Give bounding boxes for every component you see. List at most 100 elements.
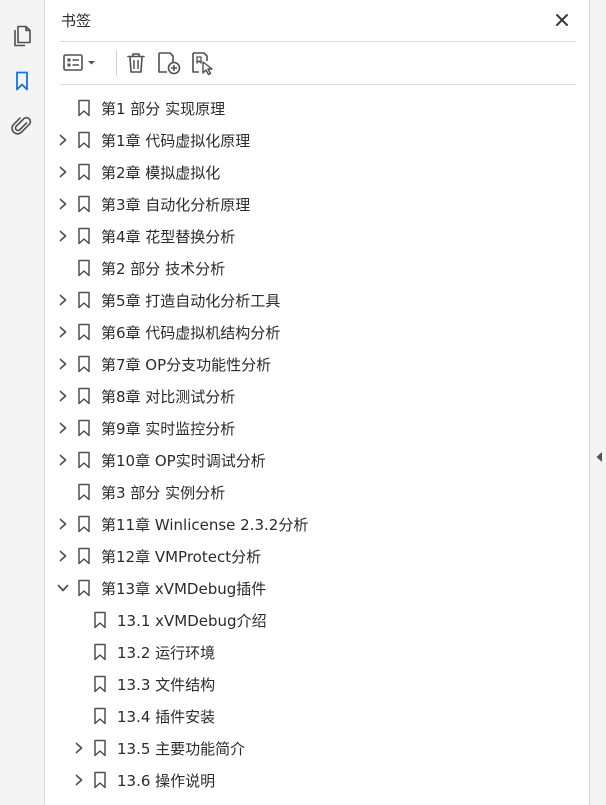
- bookmark-label: 第2 部分 技术分析: [101, 260, 226, 278]
- bookmark-item[interactable]: 第4章 花型替换分析: [45, 220, 585, 252]
- bookmark-item[interactable]: 13.6 操作说明: [45, 764, 585, 796]
- toolbar-separator: [116, 50, 117, 76]
- attachment-icon: [11, 116, 32, 135]
- bookmark-item[interactable]: 第12章 VMProtect分析: [45, 540, 585, 572]
- options-list-icon: [63, 54, 95, 71]
- bookmark-label: 13.2 运行环境: [117, 644, 216, 662]
- bookmark-icon: [77, 131, 91, 149]
- bookmark-label: 第6章 代码虚拟机结构分析: [101, 324, 281, 342]
- bookmark-item[interactable]: 第2 部分 技术分析: [45, 252, 585, 284]
- bookmark-item[interactable]: 13.5 主要功能简介: [45, 732, 585, 764]
- options-menu-button[interactable]: [61, 50, 99, 76]
- bookmark-item[interactable]: 第3章 自动化分析原理: [45, 188, 585, 220]
- bookmark-item[interactable]: 第1 部分 实现原理: [45, 92, 585, 124]
- chevron-right-icon[interactable]: [56, 549, 70, 563]
- bookmark-icon: [93, 739, 107, 757]
- bookmark-label: 13.4 插件安装: [117, 708, 216, 726]
- bookmark-item[interactable]: 第10章 OP实时调试分析: [45, 444, 585, 476]
- bookmarks-button[interactable]: [9, 68, 35, 94]
- close-panel-button[interactable]: [551, 9, 573, 31]
- bookmark-label: 第8章 对比测试分析: [101, 388, 236, 406]
- chevron-right-icon[interactable]: [56, 453, 70, 467]
- bookmark-icon: [77, 579, 91, 597]
- bookmark-label: 第2章 模拟虚拟化: [101, 164, 221, 182]
- bookmark-icon: [93, 771, 107, 789]
- bookmark-label: 13.3 文件结构: [117, 676, 216, 694]
- chevron-right-icon[interactable]: [56, 517, 70, 531]
- chevron-right-icon[interactable]: [56, 133, 70, 147]
- bookmark-icon: [93, 707, 107, 725]
- bookmark-selection-icon: [192, 52, 213, 76]
- add-bookmark-icon: [158, 52, 181, 75]
- bookmark-from-selection-button[interactable]: [189, 50, 217, 76]
- bookmark-icon: [77, 323, 91, 341]
- chevron-right-icon[interactable]: [56, 325, 70, 339]
- caret-left-icon: [596, 452, 602, 462]
- bookmark-label: 第10章 OP实时调试分析: [101, 452, 266, 470]
- bookmark-item[interactable]: 第3 部分 实例分析: [45, 476, 585, 508]
- bookmark-item[interactable]: 13.1 xVMDebug介绍: [45, 604, 585, 636]
- bookmark-icon: [77, 547, 91, 565]
- bookmark-label: 第11章 Winlicense 2.3.2分析: [101, 516, 309, 534]
- delete-bookmark-button[interactable]: [123, 50, 149, 76]
- pages-button[interactable]: [9, 22, 35, 48]
- bookmark-label: 第3 部分 实例分析: [101, 484, 226, 502]
- chevron-right-icon[interactable]: [56, 421, 70, 435]
- chevron-right-icon[interactable]: [56, 197, 70, 211]
- bookmark-item[interactable]: 第5章 打造自动化分析工具: [45, 284, 585, 316]
- bookmark-icon: [77, 419, 91, 437]
- bookmark-icon: [77, 163, 91, 181]
- bookmark-item[interactable]: 第9章 实时监控分析: [45, 412, 585, 444]
- chevron-right-icon[interactable]: [56, 293, 70, 307]
- bookmark-item[interactable]: 13.2 运行环境: [45, 636, 585, 668]
- bookmark-item[interactable]: 第13章 xVMDebug插件: [45, 572, 585, 604]
- bookmarks-panel: 书签 第1 部分 实现原理 第1章 代码虚拟化原理 第2章 模拟虚拟化 第3章 …: [45, 0, 589, 805]
- bookmark-item[interactable]: 第11章 Winlicense 2.3.2分析: [45, 508, 585, 540]
- bookmark-item[interactable]: 13.4 插件安装: [45, 700, 585, 732]
- bookmark-item[interactable]: 第7章 OP分支功能性分析: [45, 348, 585, 380]
- new-bookmark-button[interactable]: [155, 50, 183, 76]
- chevron-right-icon[interactable]: [56, 357, 70, 371]
- bookmark-item[interactable]: 第2章 模拟虚拟化: [45, 156, 585, 188]
- bookmark-icon: [77, 291, 91, 309]
- collapse-panel-handle[interactable]: [594, 450, 604, 464]
- bookmark-label: 第1章 代码虚拟化原理: [101, 132, 251, 150]
- bookmark-item[interactable]: 第6章 代码虚拟机结构分析: [45, 316, 585, 348]
- bookmarks-toolbar: [59, 42, 576, 84]
- bookmark-label: 第1 部分 实现原理: [101, 100, 226, 118]
- bookmark-label: 第7章 OP分支功能性分析: [101, 356, 272, 374]
- bookmark-label: 13.6 操作说明: [117, 772, 216, 790]
- bookmark-icon: [77, 387, 91, 405]
- bookmark-icon: [77, 355, 91, 373]
- chevron-right-icon[interactable]: [72, 741, 86, 755]
- bookmark-icon: [77, 451, 91, 469]
- toolbar-divider: [59, 84, 576, 85]
- bookmark-icon: [93, 611, 107, 629]
- attachments-button[interactable]: [9, 113, 35, 139]
- bookmark-label: 第9章 实时监控分析: [101, 420, 236, 438]
- bookmark-icon: [93, 675, 107, 693]
- bookmark-icon: [77, 227, 91, 245]
- chevron-right-icon[interactable]: [56, 229, 70, 243]
- bookmark-label: 第12章 VMProtect分析: [101, 548, 262, 566]
- bookmark-icon: [77, 99, 91, 117]
- bookmark-item[interactable]: 第8章 对比测试分析: [45, 380, 585, 412]
- bookmark-item[interactable]: 第1章 代码虚拟化原理: [45, 124, 585, 156]
- panel-title: 书签: [61, 12, 92, 30]
- chevron-right-icon[interactable]: [56, 165, 70, 179]
- chevron-right-icon[interactable]: [72, 773, 86, 787]
- bookmark-icon: [16, 71, 28, 91]
- trash-icon: [127, 53, 145, 73]
- bookmark-icon: [77, 195, 91, 213]
- bookmark-label: 第4章 花型替换分析: [101, 228, 236, 246]
- bookmark-item[interactable]: 13.3 文件结构: [45, 668, 585, 700]
- chevron-right-icon[interactable]: [56, 389, 70, 403]
- bookmark-label: 第5章 打造自动化分析工具: [101, 292, 281, 310]
- pages-icon: [14, 25, 31, 47]
- chevron-down-icon[interactable]: [56, 581, 70, 595]
- bookmark-label: 第13章 xVMDebug插件: [101, 580, 267, 598]
- bookmark-label: 13.1 xVMDebug介绍: [117, 612, 267, 630]
- bookmark-label: 第3章 自动化分析原理: [101, 196, 251, 214]
- bookmark-icon: [77, 483, 91, 501]
- panel-splitter[interactable]: [589, 0, 606, 805]
